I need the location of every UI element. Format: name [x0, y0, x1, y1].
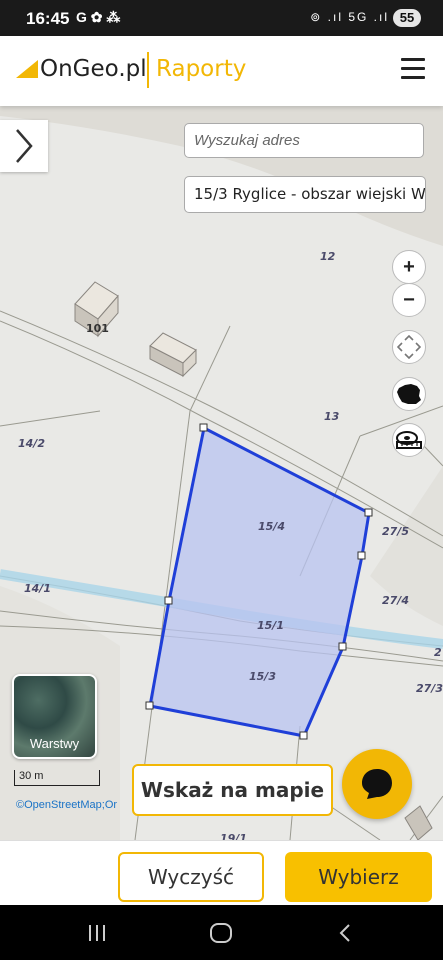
search-address-input[interactable]	[184, 123, 424, 158]
clear-button[interactable]: Wyczyść	[118, 852, 264, 902]
measure-button[interactable]	[392, 423, 426, 457]
chat-button[interactable]	[342, 749, 412, 819]
parcel-number-label: 15/3	[249, 670, 276, 683]
home-icon[interactable]	[201, 919, 241, 947]
select-button[interactable]: Wybierz	[285, 852, 432, 902]
point-on-map-button[interactable]: Wskaż na mapie	[132, 764, 333, 816]
parcel-number-label: 13	[324, 410, 340, 423]
section-title: Raporty	[156, 56, 247, 82]
map-view[interactable]: 12 101 13 14/2 15/4 27/5 14/1 27/4 15/1 …	[0, 106, 443, 840]
vertex-handle	[357, 551, 366, 560]
chevron-right-icon	[16, 129, 33, 163]
scale-bar: 30 m	[14, 770, 100, 786]
brand-divider	[147, 52, 149, 88]
expand-panel-button[interactable]	[0, 120, 48, 172]
vertex-handle	[199, 423, 208, 432]
parcel-number-label: 2	[434, 646, 442, 659]
vertex-handle	[145, 701, 154, 710]
locate-button[interactable]	[392, 330, 426, 364]
building-number-label: 101	[86, 322, 109, 335]
country-extent-button[interactable]	[392, 377, 426, 411]
signal-icons: ⊚ .ıl 5G .ıl	[310, 10, 389, 24]
system-nav-bar	[0, 905, 443, 960]
tape-measure-icon	[396, 431, 422, 449]
brand-name: OnGeo.pl	[40, 56, 147, 82]
vertex-handle	[299, 731, 308, 740]
action-footer: Wyczyść Wybierz	[0, 840, 443, 906]
zoom-in-button[interactable]: +	[392, 250, 426, 284]
parcel-number-label: 19/1	[220, 832, 247, 840]
parcel-number-label: 14/1	[24, 582, 51, 595]
parcel-number-label: 14/2	[18, 437, 45, 450]
vertex-handle	[364, 508, 373, 517]
zoom-out-button[interactable]: −	[392, 283, 426, 317]
parcel-number-label: 27/3	[416, 682, 443, 695]
status-bar: 16:45 G ✿ ⁂ ⊚ .ıl 5G .ıl 55	[0, 0, 443, 36]
battery-icon: 55	[393, 9, 421, 27]
layers-label: Warstwy	[29, 736, 80, 751]
hamburger-menu-icon[interactable]	[401, 58, 425, 80]
recent-apps-icon[interactable]	[77, 919, 117, 947]
app-header: OnGeo.pl Raporty	[0, 36, 443, 106]
vertex-handle	[338, 642, 347, 651]
logo-icon	[16, 60, 38, 78]
back-icon[interactable]	[325, 919, 365, 947]
parcel-select-field[interactable]: 15/3 Ryglice - obszar wiejski W	[184, 176, 426, 213]
satellite-thumbnail: Warstwy	[14, 676, 95, 757]
layers-button[interactable]: Warstwy	[12, 674, 97, 759]
parcel-number-label: 15/4	[258, 520, 285, 533]
parcel-number-label: 27/4	[382, 594, 409, 607]
parcel-number-label: 27/5	[382, 525, 409, 538]
poland-map-icon	[397, 384, 421, 404]
parcel-number-label: 15/1	[257, 619, 284, 632]
status-notification-icons: G ✿ ⁂	[76, 9, 121, 25]
move-arrows-icon	[397, 335, 421, 359]
parcel-number-label: 12	[320, 250, 336, 263]
status-time: 16:45	[26, 9, 70, 28]
chat-bubble-icon	[362, 769, 392, 799]
vertex-handle	[164, 596, 173, 605]
map-attribution-link[interactable]: ©OpenStreetMap;Or	[16, 799, 117, 811]
